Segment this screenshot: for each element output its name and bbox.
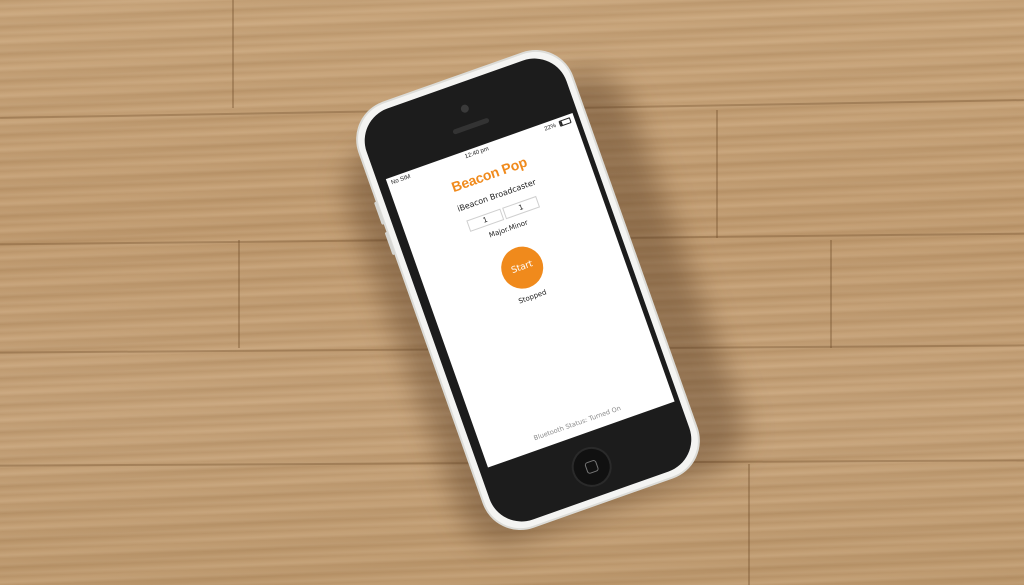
- start-button[interactable]: Start: [495, 240, 550, 295]
- phone-front-bezel: No SIM 12:40 pm 22% Beacon Pop iBeacon B…: [355, 49, 701, 531]
- clock-label: 12:40 pm: [464, 146, 490, 161]
- carrier-label: No SIM: [390, 173, 412, 187]
- battery-icon: [558, 117, 572, 127]
- front-camera-icon: [459, 103, 470, 114]
- battery-indicator: 22%: [543, 117, 572, 133]
- bluetooth-status-label: Bluetooth Status: Turned On: [532, 404, 622, 443]
- home-square-icon: [584, 459, 600, 475]
- earpiece-speaker: [452, 117, 490, 135]
- battery-percent: 22%: [543, 122, 558, 133]
- photo-scene: No SIM 12:40 pm 22% Beacon Pop iBeacon B…: [0, 0, 1024, 585]
- home-button[interactable]: [566, 441, 618, 493]
